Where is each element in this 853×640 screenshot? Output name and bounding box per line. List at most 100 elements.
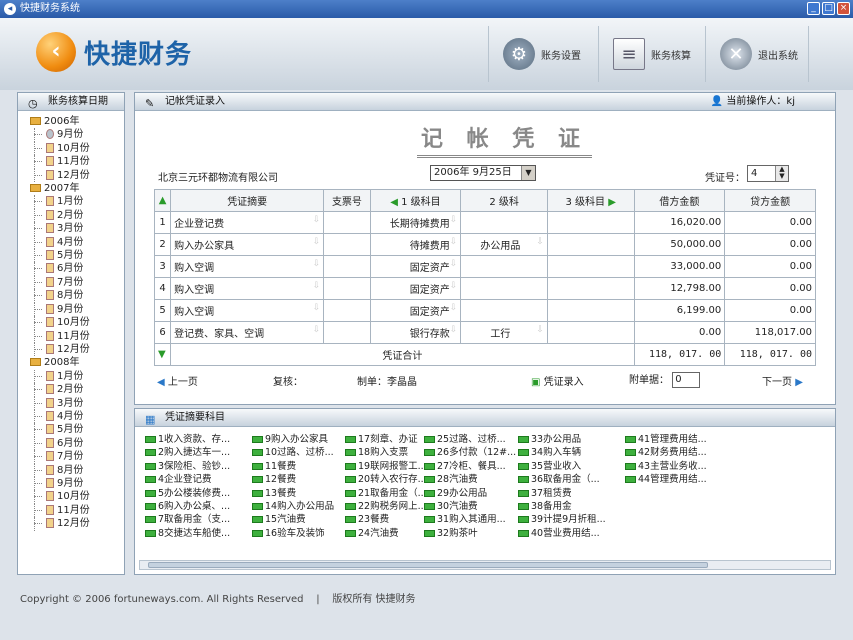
subject-item[interactable]: 41管理费用结... bbox=[625, 433, 721, 446]
remove-row-icon[interactable]: ▼ bbox=[153, 343, 172, 366]
subject-item[interactable]: 25过路、过桥... bbox=[424, 433, 520, 446]
audit-button[interactable]: ≡ 账务核算 bbox=[598, 26, 691, 82]
cell-level3[interactable] bbox=[546, 299, 635, 322]
cell-summary[interactable]: 购入办公家具 ⇩ bbox=[170, 233, 325, 256]
dropdown-icon[interactable]: ⇩ bbox=[450, 281, 458, 291]
tree-month[interactable]: 8月份 bbox=[28, 463, 124, 478]
tree-month[interactable]: 9月份 bbox=[28, 476, 124, 491]
subject-item[interactable]: 13餐费 bbox=[252, 487, 348, 500]
close-button[interactable]: × bbox=[837, 2, 850, 15]
tree-month[interactable]: 12月份 bbox=[28, 168, 124, 183]
subject-item[interactable]: 26多付款（12#... bbox=[424, 446, 520, 459]
subject-item[interactable]: 40营业费用结... bbox=[518, 527, 614, 540]
cell-level3[interactable] bbox=[546, 233, 635, 256]
subject-item[interactable]: 34购入车辆 bbox=[518, 446, 614, 459]
cell-level1[interactable]: 固定资产 ⇩ bbox=[369, 299, 462, 322]
subject-item[interactable]: 36取备用金（... bbox=[518, 473, 614, 486]
tree-year[interactable]: 2007年 bbox=[28, 182, 124, 195]
cell-debit[interactable]: 12,798.00 bbox=[633, 277, 726, 300]
table-row[interactable]: 3 购入空调 ⇩ 固定资产 ⇩ 33,000.00 0.00 bbox=[153, 255, 816, 278]
cell-summary[interactable]: 购入空调 ⇩ bbox=[170, 299, 325, 322]
tree-month[interactable]: 10月份 bbox=[28, 316, 124, 330]
cell-level3[interactable] bbox=[546, 321, 635, 344]
cell-check[interactable] bbox=[323, 255, 371, 278]
subject-item[interactable]: 15汽油费 bbox=[252, 513, 348, 526]
tree-month[interactable]: 2月份 bbox=[28, 383, 124, 397]
tree-month[interactable]: 2月份 bbox=[28, 208, 124, 223]
subject-item[interactable]: 29办公用品 bbox=[424, 487, 520, 500]
cell-level2[interactable]: 办公用品 ⇩ bbox=[460, 233, 548, 256]
maximize-button[interactable]: □ bbox=[822, 2, 835, 15]
subject-item[interactable]: 14购入办公用品 bbox=[252, 500, 348, 513]
minimize-button[interactable]: _ bbox=[807, 2, 820, 15]
dropdown-icon[interactable]: ⇩ bbox=[536, 237, 544, 247]
tree-month[interactable]: 4月份 bbox=[28, 409, 124, 424]
table-row[interactable]: 1 企业登记费 ⇩ 长期待摊费用 ⇩ 16,020.00 0.00 bbox=[153, 211, 816, 234]
cell-level2[interactable] bbox=[460, 299, 548, 322]
subject-item[interactable]: 30汽油费 bbox=[424, 500, 520, 513]
arrow-right-icon[interactable]: ▶ bbox=[608, 197, 616, 208]
subject-item[interactable]: 4企业登记费 bbox=[145, 473, 241, 486]
cell-level3[interactable] bbox=[546, 255, 635, 278]
subject-item[interactable]: 39计提9月折租... bbox=[518, 513, 614, 526]
dropdown-icon[interactable]: ⇩ bbox=[313, 325, 321, 335]
tree-month[interactable]: 5月份 bbox=[28, 249, 124, 263]
subject-item[interactable]: 8交捷达车船使... bbox=[145, 527, 241, 540]
subject-item[interactable]: 2购入捷达车一... bbox=[145, 446, 241, 459]
subject-item[interactable]: 28汽油费 bbox=[424, 473, 520, 486]
attach-input[interactable]: 0 bbox=[672, 372, 701, 388]
subject-item[interactable]: 37租赁费 bbox=[518, 487, 614, 500]
subject-item[interactable]: 7取备用金（支... bbox=[145, 513, 241, 526]
subject-item[interactable]: 44管理费用结... bbox=[625, 473, 721, 486]
tree-year[interactable]: 2006年 bbox=[28, 115, 124, 128]
subject-item[interactable]: 11餐费 bbox=[252, 460, 348, 473]
cell-summary[interactable]: 购入空调 ⇩ bbox=[170, 277, 325, 300]
cell-debit[interactable]: 16,020.00 bbox=[633, 211, 726, 234]
cell-summary[interactable]: 购入空调 ⇩ bbox=[170, 255, 325, 278]
dropdown-icon[interactable]: ⇩ bbox=[450, 237, 458, 247]
cell-credit[interactable]: 0.00 bbox=[724, 255, 816, 278]
tree-month[interactable]: 9月份 bbox=[28, 302, 124, 317]
horizontal-scrollbar[interactable] bbox=[139, 560, 831, 570]
cell-check[interactable] bbox=[323, 233, 371, 256]
tree-month[interactable]: 4月份 bbox=[28, 235, 124, 250]
cell-credit[interactable]: 118,017.00 bbox=[724, 321, 816, 344]
subject-item[interactable]: 1收入资款、存... bbox=[145, 433, 241, 446]
settings-button[interactable]: ⚙ 账务设置 bbox=[488, 26, 581, 82]
cell-level2[interactable] bbox=[460, 277, 548, 300]
tree-month[interactable]: 5月份 bbox=[28, 423, 124, 438]
dropdown-icon[interactable]: ⇩ bbox=[450, 259, 458, 269]
dropdown-icon[interactable]: ⇩ bbox=[450, 325, 458, 335]
dropdown-icon[interactable]: ⇩ bbox=[450, 303, 458, 313]
voucher-no-input[interactable]: 4 ▲ ▼ bbox=[747, 165, 789, 182]
tree-month[interactable]: 12月份 bbox=[28, 517, 124, 532]
subject-item[interactable]: 35营业收入 bbox=[518, 460, 614, 473]
tree-month[interactable]: 6月份 bbox=[28, 262, 124, 277]
dropdown-icon[interactable]: ⇩ bbox=[536, 325, 544, 335]
date-select[interactable]: 2006年 9月25日 ▼ bbox=[430, 165, 536, 181]
tree-month[interactable]: 8月份 bbox=[28, 289, 124, 304]
next-page-link[interactable]: 下一页 ▶ bbox=[762, 373, 803, 388]
voucher-no-stepper[interactable]: ▲ ▼ bbox=[775, 166, 788, 181]
cell-level2[interactable]: 工行 ⇩ bbox=[460, 321, 548, 344]
cell-check[interactable] bbox=[323, 211, 371, 234]
dropdown-icon[interactable]: ⇩ bbox=[450, 215, 458, 225]
cell-level2[interactable] bbox=[460, 211, 548, 234]
voucher-entry-button[interactable]: ▣ 凭证录入 bbox=[531, 373, 584, 388]
tree-month[interactable]: 3月份 bbox=[28, 222, 124, 237]
tree-month[interactable]: 9月份 bbox=[28, 128, 124, 143]
cell-credit[interactable]: 0.00 bbox=[724, 299, 816, 322]
cell-summary[interactable]: 企业登记费 ⇩ bbox=[170, 211, 325, 234]
cell-summary[interactable]: 登记费、家具、空调 ⇩ bbox=[170, 321, 325, 344]
subject-item[interactable]: 31购入其通用... bbox=[424, 513, 520, 526]
tree-month[interactable]: 1月份 bbox=[28, 195, 124, 210]
tree-month[interactable]: 7月份 bbox=[28, 450, 124, 464]
cell-debit[interactable]: 0.00 bbox=[633, 321, 726, 344]
subject-item[interactable]: 3保险柜、验钞... bbox=[145, 460, 241, 473]
table-row[interactable]: 5 购入空调 ⇩ 固定资产 ⇩ 6,199.00 0.00 bbox=[153, 299, 816, 322]
cell-level1[interactable]: 固定资产 ⇩ bbox=[369, 255, 462, 278]
tree-month[interactable]: 3月份 bbox=[28, 396, 124, 411]
subject-item[interactable]: 33办公用品 bbox=[518, 433, 614, 446]
chevron-down-icon[interactable]: ▼ bbox=[521, 166, 535, 180]
tree-month[interactable]: 12月份 bbox=[28, 342, 124, 357]
